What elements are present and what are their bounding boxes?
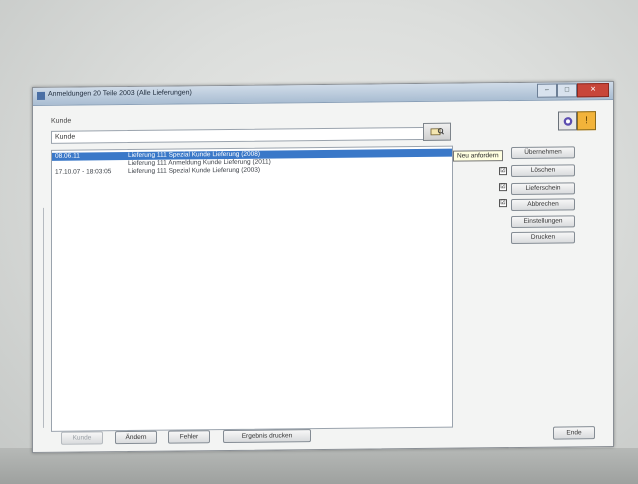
edit-button[interactable]: Ändern bbox=[115, 430, 157, 445]
minimize-button[interactable]: – bbox=[537, 83, 557, 98]
tooltip: Neu anfordern bbox=[453, 150, 503, 162]
warning-button[interactable]: ! bbox=[577, 111, 596, 131]
filter-label: Kunde bbox=[51, 117, 72, 125]
app-icon bbox=[37, 91, 45, 100]
settings-icon bbox=[563, 116, 572, 126]
window-controls: – □ ✕ bbox=[537, 83, 609, 98]
list-border bbox=[43, 207, 48, 428]
row-text: Lieferung 111 Spezial Kunde Lieferung (2… bbox=[128, 166, 261, 176]
monitor-bezel bbox=[0, 448, 638, 484]
checkbox[interactable]: ☑ bbox=[499, 167, 507, 176]
row-date: 17.10.07 - 18:03:05 bbox=[55, 168, 112, 176]
filter-field[interactable]: Kunde bbox=[51, 126, 448, 144]
delivery-note-button[interactable]: Lieferschein bbox=[511, 182, 575, 196]
error-button[interactable]: Fehler bbox=[168, 430, 210, 444]
window-title: Anmeldungen 20 Teile 2003 (Alle Lieferun… bbox=[48, 89, 192, 98]
print-button[interactable]: Drucken bbox=[511, 231, 575, 245]
search-button[interactable] bbox=[423, 122, 451, 141]
apply-button[interactable]: Übernehmen bbox=[511, 146, 575, 160]
close-button[interactable]: ✕ bbox=[577, 83, 609, 98]
main-window: Anmeldungen 20 Teile 2003 (Alle Lieferun… bbox=[32, 80, 614, 454]
cancel-button[interactable]: Abbrechen bbox=[511, 198, 575, 212]
print-result-button[interactable]: Ergebnis drucken bbox=[223, 429, 311, 444]
exit-button[interactable]: Ende bbox=[553, 426, 595, 440]
checkbox[interactable]: ☑ bbox=[499, 183, 507, 192]
settings-text-button[interactable]: Einstellungen bbox=[511, 215, 575, 229]
maximize-button[interactable]: □ bbox=[557, 83, 577, 98]
settings-button[interactable] bbox=[558, 111, 577, 131]
checkbox[interactable]: ☑ bbox=[499, 199, 507, 208]
title-bar[interactable]: Anmeldungen 20 Teile 2003 (Alle Lieferun… bbox=[33, 81, 613, 107]
customer-button[interactable]: Kunde bbox=[61, 431, 103, 445]
warning-icon: ! bbox=[585, 115, 588, 127]
row-date: 08.06.11 bbox=[55, 152, 80, 160]
search-icon bbox=[430, 128, 444, 136]
delivery-list[interactable]: 08.06.11 Lieferung 111 Spezial Kunde Lie… bbox=[51, 145, 453, 432]
delete-button[interactable]: Löschen bbox=[511, 164, 575, 178]
